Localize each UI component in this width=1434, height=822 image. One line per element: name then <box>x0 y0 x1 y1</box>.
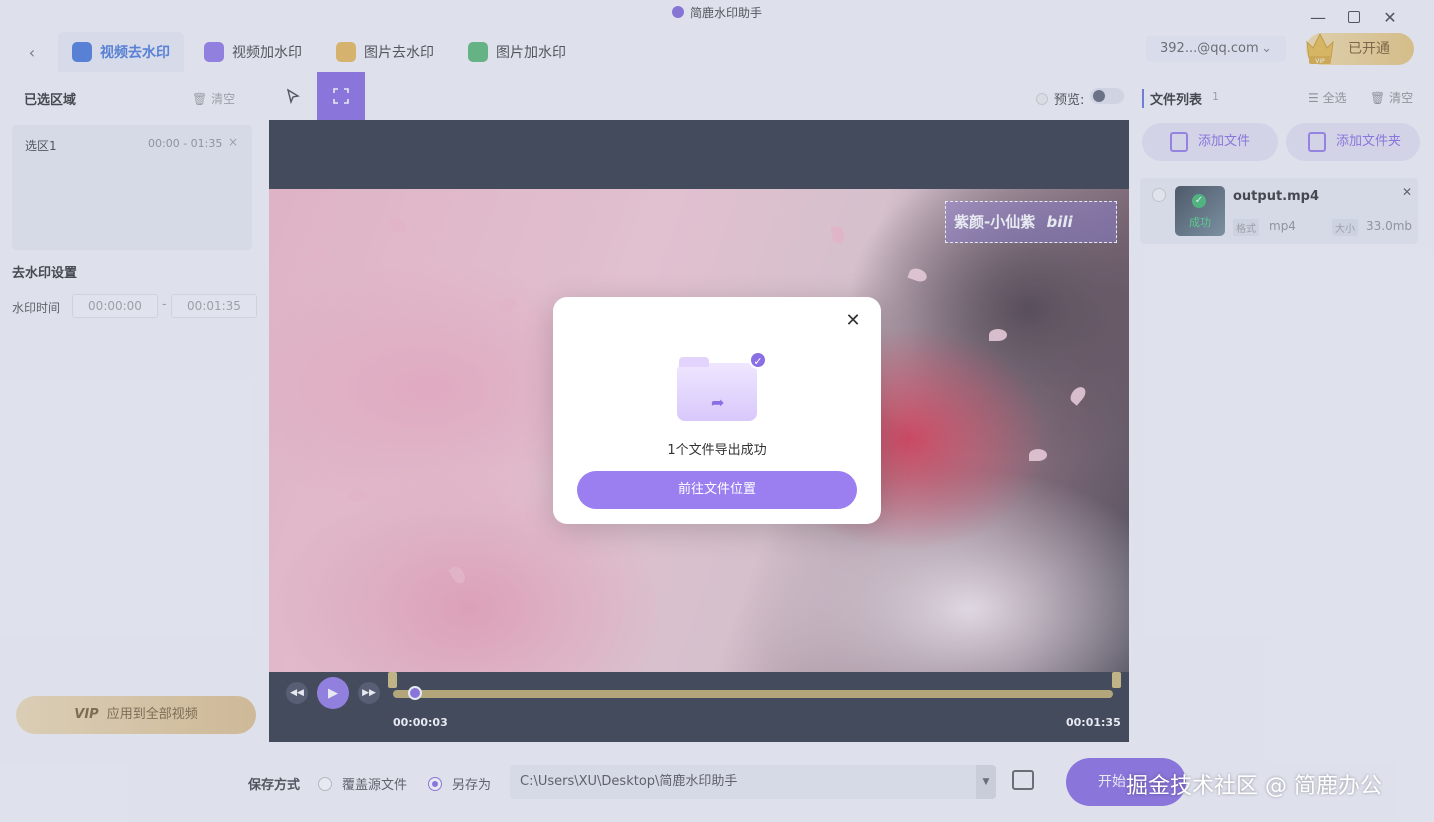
share-arrow-icon: ➦ <box>711 393 725 412</box>
open-file-location-button[interactable]: 前往文件位置 <box>577 471 857 509</box>
export-success-dialog: ✕ ➦ ✓ 1个文件导出成功 前往文件位置 <box>553 297 881 524</box>
close-dialog-button[interactable]: ✕ <box>843 311 863 331</box>
check-badge-icon: ✓ <box>749 351 767 369</box>
export-message: 1个文件导出成功 <box>667 443 767 458</box>
watermark-credit: 掘金技术社区 @ 简鹿办公 <box>1126 774 1382 799</box>
close-icon: ✕ <box>845 310 861 331</box>
folder-illustration-icon <box>677 357 757 421</box>
